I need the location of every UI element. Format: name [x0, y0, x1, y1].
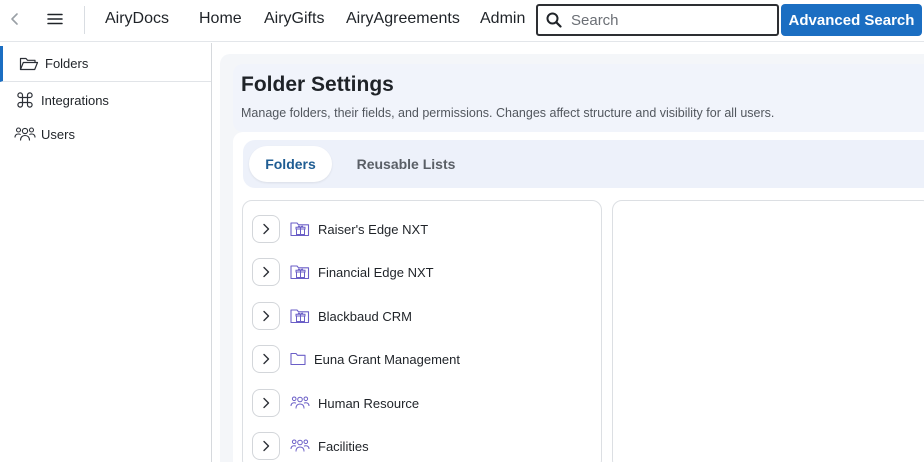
search-input[interactable] [571, 9, 771, 31]
command-icon [14, 91, 36, 109]
chevron-right-icon [263, 310, 270, 322]
back-button[interactable] [4, 8, 26, 30]
sidebar-item-users[interactable]: Users [0, 116, 211, 152]
tab-reusable-lists[interactable]: Reusable Lists [350, 146, 462, 182]
chevron-left-icon [11, 13, 18, 25]
page-title: Folder Settings [241, 73, 394, 96]
hamburger-icon [47, 13, 63, 25]
expand-button[interactable] [252, 345, 280, 373]
folder-row[interactable]: Euna Grant Management [252, 344, 460, 374]
folder-row[interactable]: Financial Edge NXT [252, 257, 434, 287]
nav-airygifts[interactable]: AiryGifts [264, 10, 324, 28]
expand-button[interactable] [252, 432, 280, 460]
sidebar-item-label: Integrations [41, 92, 109, 108]
page-description: Manage folders, their fields, and permis… [241, 106, 775, 120]
divider [84, 6, 85, 34]
folder-label: Euna Grant Management [314, 351, 460, 367]
sidebar: Folders Integrations Users [0, 43, 212, 462]
chevron-right-icon [263, 397, 270, 409]
menu-button[interactable] [42, 8, 68, 30]
brand-logo-text[interactable]: AiryDocs [105, 10, 169, 28]
folder-row[interactable]: Human Resource [252, 388, 419, 418]
folder-detail-panel [612, 200, 924, 462]
chevron-right-icon [263, 353, 270, 365]
folder-label: Blackbaud CRM [318, 308, 412, 324]
nav-admin[interactable]: Admin [480, 10, 525, 28]
expand-button[interactable] [252, 302, 280, 330]
sidebar-item-folders[interactable]: Folders [0, 46, 211, 82]
gift-folder-icon [290, 263, 310, 281]
tab-folders[interactable]: Folders [249, 146, 332, 182]
chevron-right-icon [263, 223, 270, 235]
top-bar: AiryDocs Home AiryGifts AiryAgreements A… [0, 0, 924, 42]
chevron-right-icon [263, 266, 270, 278]
nav-home[interactable]: Home [199, 10, 242, 28]
folder-label: Raiser's Edge NXT [318, 221, 429, 237]
folder-row[interactable]: Blackbaud CRM [252, 301, 412, 331]
sidebar-item-integrations[interactable]: Integrations [0, 82, 211, 118]
sidebar-item-label: Users [41, 126, 75, 142]
nav-airyagreements[interactable]: AiryAgreements [346, 10, 460, 28]
users-icon [14, 125, 36, 143]
search-icon [546, 12, 562, 28]
search-box[interactable] [536, 4, 779, 36]
folder-row[interactable]: Raiser's Edge NXT [252, 214, 428, 244]
folder-label: Facilities [318, 438, 369, 454]
gift-folder-icon [290, 220, 310, 238]
folder-label: Human Resource [318, 395, 420, 411]
expand-button[interactable] [252, 389, 280, 417]
advanced-search-button[interactable]: Advanced Search [781, 4, 922, 36]
gift-folder-icon [290, 307, 310, 325]
expand-button[interactable] [252, 215, 280, 243]
expand-button[interactable] [252, 258, 280, 286]
users-folder-icon [290, 394, 310, 412]
folder-row[interactable]: Facilities [252, 431, 369, 461]
folder-icon [290, 350, 306, 368]
tab-bar [243, 140, 924, 188]
chevron-right-icon [263, 440, 270, 452]
sidebar-item-label: Folders [45, 56, 89, 71]
folder-label: Financial Edge NXT [318, 264, 434, 280]
users-folder-icon [290, 437, 310, 455]
folder-open-icon [18, 55, 40, 73]
